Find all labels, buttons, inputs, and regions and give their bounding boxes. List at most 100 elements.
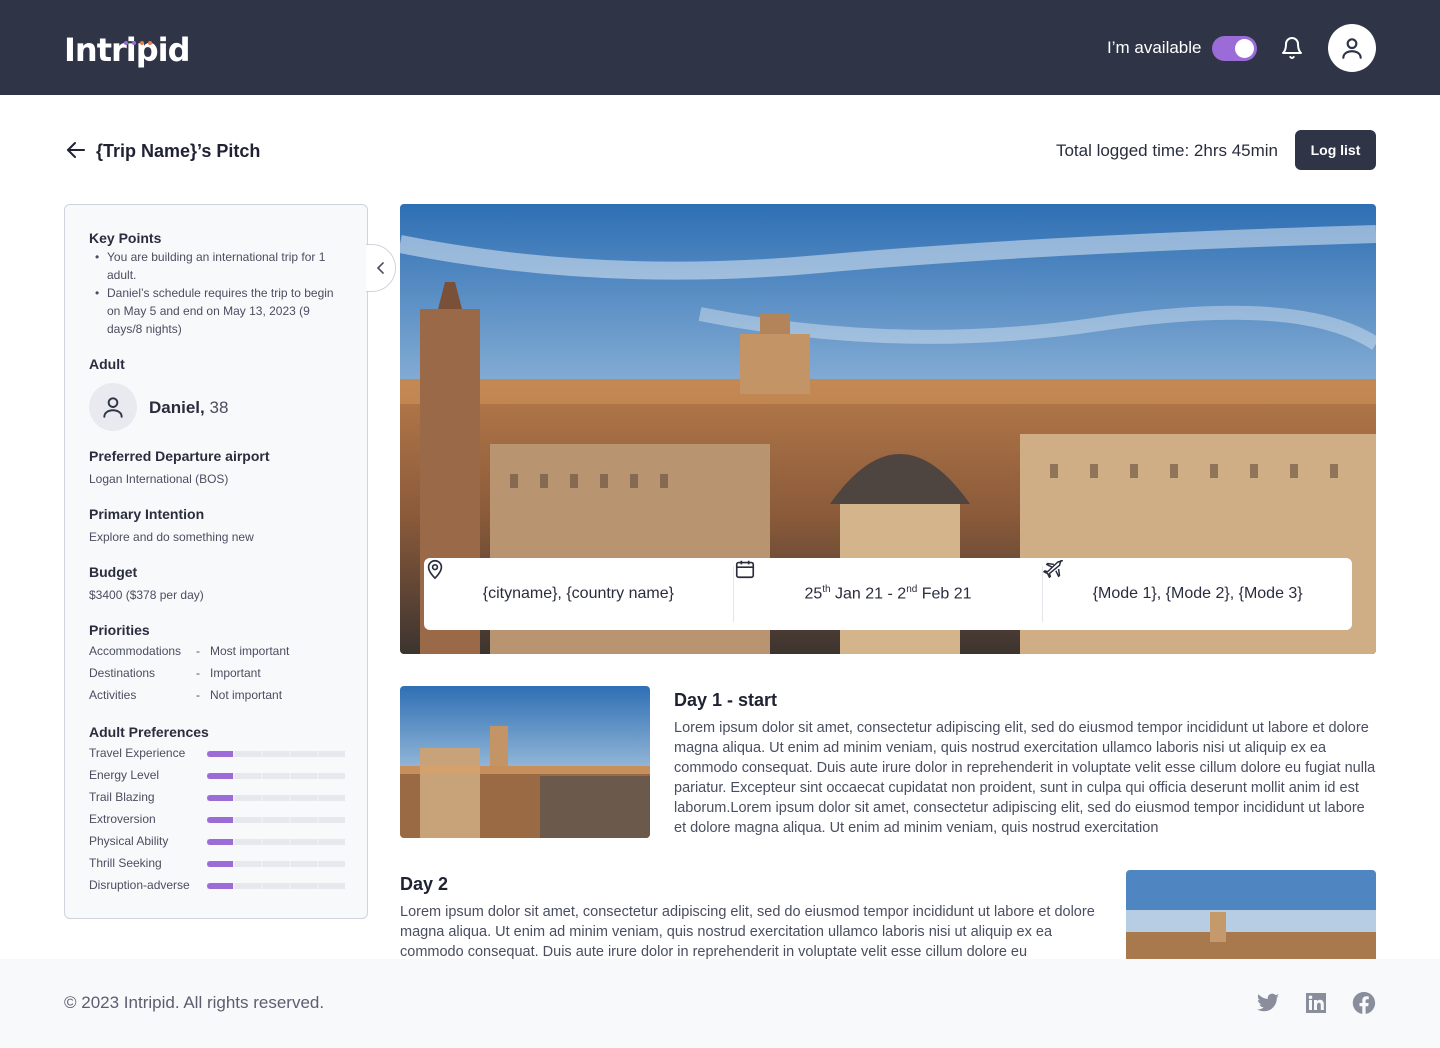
priority-dash: - bbox=[196, 644, 200, 658]
twitter-icon[interactable] bbox=[1256, 991, 1280, 1015]
preference-label: Disruption-adverse bbox=[89, 878, 190, 892]
day1-description: Lorem ipsum dolor sit amet, consectetur … bbox=[674, 720, 1376, 836]
key-point: Daniel’s schedule requires the trip to b… bbox=[89, 284, 339, 338]
logo-dots bbox=[124, 32, 156, 50]
preference-row: Energy Level bbox=[89, 768, 345, 786]
preference-label: Extroversion bbox=[89, 812, 156, 826]
day2-title: Day 2 bbox=[400, 874, 449, 894]
collapse-tab-join bbox=[366, 245, 369, 291]
priority-row: Accommodations - Most important bbox=[89, 644, 349, 662]
modes-cell: {Mode 1}, {Mode 2}, {Mode 3} bbox=[1043, 558, 1352, 630]
profile-avatar[interactable] bbox=[1328, 24, 1376, 72]
preference-row: Disruption-adverse bbox=[89, 878, 345, 896]
preference-row: Extroversion bbox=[89, 812, 345, 830]
day2-description: Lorem ipsum dolor sit amet, consectetur … bbox=[400, 904, 1095, 960]
trip-details-sidebar: Key Points You are building an internati… bbox=[64, 204, 368, 919]
preference-label: Physical Ability bbox=[89, 834, 169, 848]
preference-level-bar bbox=[207, 795, 345, 801]
priority-dash: - bbox=[196, 688, 200, 702]
preference-level-bar bbox=[207, 817, 345, 823]
preference-level-bar bbox=[207, 751, 345, 757]
logged-time: Total logged time: 2hrs 45min bbox=[1055, 141, 1278, 160]
airport-heading: Preferred Departure airport bbox=[89, 448, 270, 464]
preference-level-bar bbox=[207, 883, 345, 889]
availability-toggle[interactable] bbox=[1212, 36, 1257, 61]
date-middle: Jan 21 - 2 bbox=[830, 585, 907, 603]
footer: © 2023 Intripid. All rights reserved. bbox=[0, 959, 1440, 1048]
preference-level-fill bbox=[207, 883, 234, 889]
key-points-list: You are building an international trip f… bbox=[89, 248, 339, 338]
preference-row: Trail Blazing bbox=[89, 790, 345, 808]
day1-city-illustration bbox=[400, 686, 650, 838]
date-end: Feb 21 bbox=[917, 585, 972, 603]
priority-label: Accommodations bbox=[89, 644, 182, 658]
copyright-text: © 2023 Intripid. All rights reserved. bbox=[64, 993, 325, 1012]
preference-level-fill bbox=[207, 839, 234, 845]
back-arrow-icon[interactable] bbox=[64, 138, 88, 162]
linkedin-icon[interactable] bbox=[1304, 991, 1328, 1015]
key-points-heading: Key Points bbox=[89, 230, 162, 246]
airport-value: Logan International (BOS) bbox=[89, 472, 229, 486]
day1-image bbox=[400, 686, 650, 838]
adult-age: 38 bbox=[209, 398, 229, 417]
airplane-icon bbox=[1043, 560, 1064, 578]
trip-info-bar: {cityname}, {country name} 25th Jan 21 -… bbox=[424, 558, 1352, 630]
preference-level-fill bbox=[207, 751, 234, 757]
priority-value: Not important bbox=[210, 688, 283, 702]
date-start-suffix: th bbox=[822, 584, 831, 596]
adult-name: Daniel, bbox=[149, 398, 205, 417]
priority-label: Destinations bbox=[89, 666, 156, 680]
bell-icon[interactable] bbox=[1280, 35, 1304, 61]
user-icon bbox=[103, 397, 123, 418]
calendar-icon bbox=[735, 560, 754, 579]
adult-heading: Adult bbox=[89, 356, 125, 372]
preference-level-bar bbox=[207, 773, 345, 779]
priorities-heading: Priorities bbox=[89, 622, 150, 638]
key-point: You are building an international trip f… bbox=[89, 248, 339, 284]
preference-label: Travel Experience bbox=[89, 746, 186, 760]
location-cell: {cityname}, {country name} bbox=[424, 558, 733, 630]
preference-label: Trail Blazing bbox=[89, 790, 155, 804]
priority-label: Activities bbox=[89, 688, 137, 702]
chevron-left-icon bbox=[376, 262, 384, 274]
collapse-sidebar-button[interactable] bbox=[366, 244, 396, 292]
preference-row: Thrill Seeking bbox=[89, 856, 345, 874]
preference-level-fill bbox=[207, 861, 234, 867]
date-start-day: 25 bbox=[804, 585, 823, 603]
preferences-heading: Adult Preferences bbox=[89, 724, 209, 740]
availability-label: I’m available bbox=[1107, 38, 1202, 57]
location-text: {cityname}, {country name} bbox=[482, 585, 674, 602]
intention-heading: Primary Intention bbox=[89, 506, 205, 522]
date-range: 25th Jan 21 - 2nd Feb 21 bbox=[804, 584, 971, 603]
date-cell: 25th Jan 21 - 2nd Feb 21 bbox=[734, 558, 1043, 630]
preference-level-fill bbox=[207, 773, 234, 779]
priority-row: Activities - Not important bbox=[89, 688, 349, 706]
adult-name-age: Daniel, 38 bbox=[149, 398, 228, 418]
adult-avatar bbox=[89, 383, 137, 431]
toggle-knob bbox=[1235, 39, 1254, 58]
facebook-icon[interactable] bbox=[1352, 991, 1376, 1015]
user-icon bbox=[1342, 38, 1362, 59]
priority-value: Most important bbox=[210, 644, 290, 658]
preference-level-bar bbox=[207, 861, 345, 867]
logo[interactable]: Intripid bbox=[64, 30, 191, 70]
modes-text: {Mode 1}, {Mode 2}, {Mode 3} bbox=[1092, 585, 1303, 602]
page-title: {Trip Name}’s Pitch bbox=[96, 141, 261, 161]
top-navbar: Intripid I’m available bbox=[0, 0, 1440, 95]
priority-value: Important bbox=[210, 666, 261, 680]
preference-row: Travel Experience bbox=[89, 746, 345, 764]
preference-label: Energy Level bbox=[89, 768, 160, 782]
preference-label: Thrill Seeking bbox=[89, 856, 162, 870]
day1-title: Day 1 - start bbox=[674, 690, 778, 710]
preference-level-bar bbox=[207, 839, 345, 845]
preference-level-fill bbox=[207, 795, 234, 801]
priority-dash: - bbox=[196, 666, 200, 680]
preference-level-fill bbox=[207, 817, 234, 823]
preference-row: Physical Ability bbox=[89, 834, 345, 852]
date-end-suffix: nd bbox=[906, 584, 918, 596]
map-pin-icon bbox=[427, 559, 443, 580]
log-list-button[interactable]: Log list bbox=[1295, 130, 1376, 170]
hero-city-image: {cityname}, {country name} 25th Jan 21 -… bbox=[400, 204, 1376, 654]
budget-value: $3400 ($378 per day) bbox=[89, 588, 204, 602]
budget-heading: Budget bbox=[89, 564, 138, 580]
